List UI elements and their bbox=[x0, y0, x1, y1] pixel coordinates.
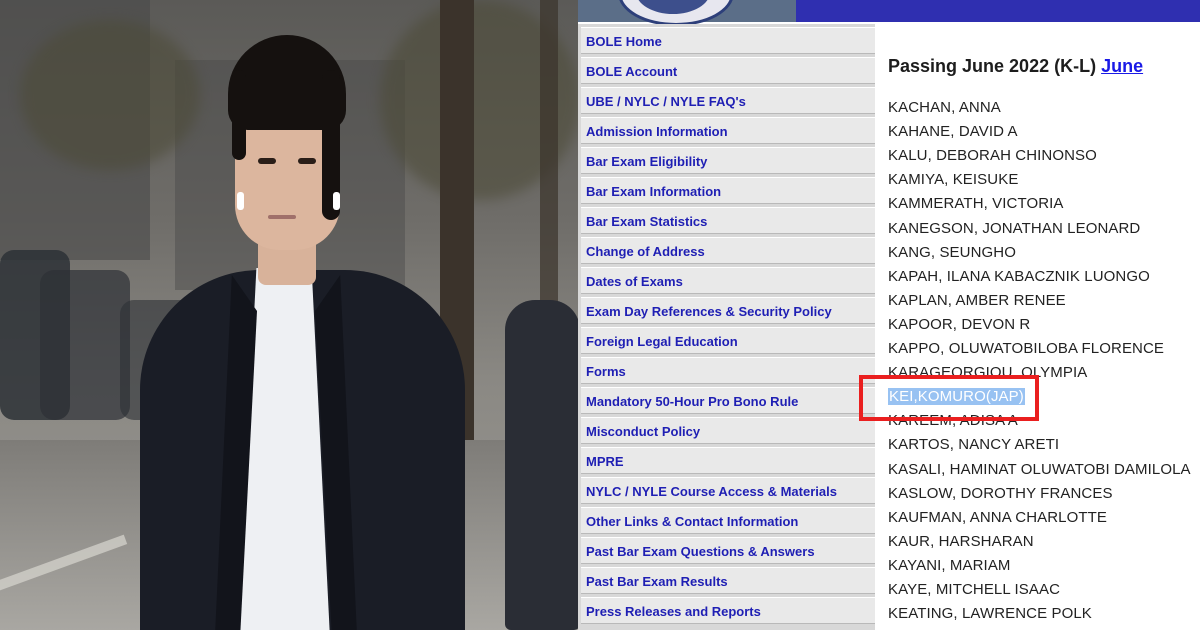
results-content: Passing June 2022 (K-L) June KACHAN, ANN… bbox=[875, 24, 1200, 630]
passing-name: KALU, DEBORAH CHINONSO bbox=[888, 147, 1097, 165]
sidebar-item-ube-nylc-nyle-faq-s[interactable]: UBE / NYLC / NYLE FAQ's bbox=[581, 87, 875, 114]
passing-name: KASLOW, DOROTHY FRANCES bbox=[888, 484, 1113, 502]
mouth bbox=[268, 215, 296, 219]
sidebar-item-other-links-contact-information[interactable]: Other Links & Contact Information bbox=[581, 507, 875, 534]
passing-name: KAPLAN, AMBER RENEE bbox=[888, 291, 1066, 309]
sidebar-item-misconduct-policy[interactable]: Misconduct Policy bbox=[581, 417, 875, 444]
sidebar-item-past-bar-exam-questions-answers[interactable]: Past Bar Exam Questions & Answers bbox=[581, 537, 875, 564]
sidebar-item-mandatory-50-hour-pro-bono-rule[interactable]: Mandatory 50-Hour Pro Bono Rule bbox=[581, 387, 875, 414]
page-title-text: Passing June 2022 (K-L) bbox=[888, 56, 1102, 76]
sidebar-item-foreign-legal-education[interactable]: Foreign Legal Education bbox=[581, 327, 875, 354]
eye bbox=[258, 158, 276, 164]
eye bbox=[298, 158, 316, 164]
sidebar-item-bar-exam-statistics[interactable]: Bar Exam Statistics bbox=[581, 207, 875, 234]
sidebar-item-press-releases-and-reports[interactable]: Press Releases and Reports bbox=[581, 597, 875, 624]
hair bbox=[232, 70, 246, 160]
june-link[interactable]: June bbox=[1101, 56, 1143, 76]
foliage bbox=[20, 20, 200, 170]
sidebar-item-past-bar-exam-results[interactable]: Past Bar Exam Results bbox=[581, 567, 875, 594]
passing-name: KAUR, HARSHARAN bbox=[888, 532, 1034, 550]
passing-name: KEATING, LAWRENCE POLK bbox=[888, 605, 1092, 623]
passing-name: KAHANE, DAVID A bbox=[888, 123, 1018, 141]
page-title: Passing June 2022 (K-L) June bbox=[888, 56, 1143, 77]
sidebar-item-bar-exam-information[interactable]: Bar Exam Information bbox=[581, 177, 875, 204]
passing-name: KANEGSON, JONATHAN LEONARD bbox=[888, 219, 1141, 237]
passing-name: KAUFMAN, ANNA CHARLOTTE bbox=[888, 508, 1108, 526]
banner-bar bbox=[796, 0, 1200, 22]
passing-name: KAPAH, ILANA KABACZNIK LUONGO bbox=[888, 267, 1150, 285]
passing-name: KAMMERATH, VICTORIA bbox=[888, 195, 1064, 213]
passing-name: KARTOS, NANCY ARETI bbox=[888, 436, 1060, 454]
passing-name: KAYANI, MARIAM bbox=[888, 556, 1011, 574]
sidebar-item-dates-of-exams[interactable]: Dates of Exams bbox=[581, 267, 875, 294]
sidebar-nav: BOLE Home BOLE Account UBE / NYLC / NYLE F… bbox=[578, 24, 875, 630]
sidebar-item-mpre[interactable]: MPRE bbox=[581, 447, 875, 474]
site-banner bbox=[578, 0, 1200, 26]
passing-name: KACHAN, ANNA bbox=[888, 99, 1001, 116]
sidebar-item-nylc-nyle-course-access-materials[interactable]: NYLC / NYLE Course Access & Materials bbox=[581, 477, 875, 504]
passing-name: KASALI, HAMINAT OLUWATOBI DAMILOLA bbox=[888, 460, 1191, 478]
earbud-icon bbox=[237, 192, 244, 210]
annotation-highlight-box bbox=[859, 375, 1039, 421]
sidebar-item-bar-exam-eligibility[interactable]: Bar Exam Eligibility bbox=[581, 147, 875, 174]
earbud-icon bbox=[333, 192, 340, 210]
passing-name: KAPPO, OLUWATOBILOBA FLORENCE bbox=[888, 340, 1165, 357]
passing-name: KAYE, MITCHELL ISAAC bbox=[888, 581, 1061, 598]
sidebar-item-admission-information[interactable]: Admission Information bbox=[581, 117, 875, 144]
passing-name: KAMIYA, KEISUKE bbox=[888, 171, 1019, 189]
pedestrian bbox=[505, 300, 578, 630]
passing-name: KANG, SEUNGHO bbox=[888, 243, 1016, 261]
parked-car bbox=[40, 270, 130, 420]
sidebar-item-forms[interactable]: Forms bbox=[581, 357, 875, 384]
sidebar-item-bole-account[interactable]: BOLE Account bbox=[581, 57, 875, 84]
sidebar-item-exam-day-references-security-policy[interactable]: Exam Day References & Security Policy bbox=[581, 297, 875, 324]
passing-name: KAPOOR, DEVON R bbox=[888, 315, 1031, 333]
bole-website: BOLE Home BOLE Account UBE / NYLC / NYLE F… bbox=[578, 0, 1200, 630]
sidebar-item-bole-home[interactable]: BOLE Home bbox=[581, 27, 875, 54]
street-photo bbox=[0, 0, 578, 630]
sidebar-item-change-of-address[interactable]: Change of Address bbox=[581, 237, 875, 264]
